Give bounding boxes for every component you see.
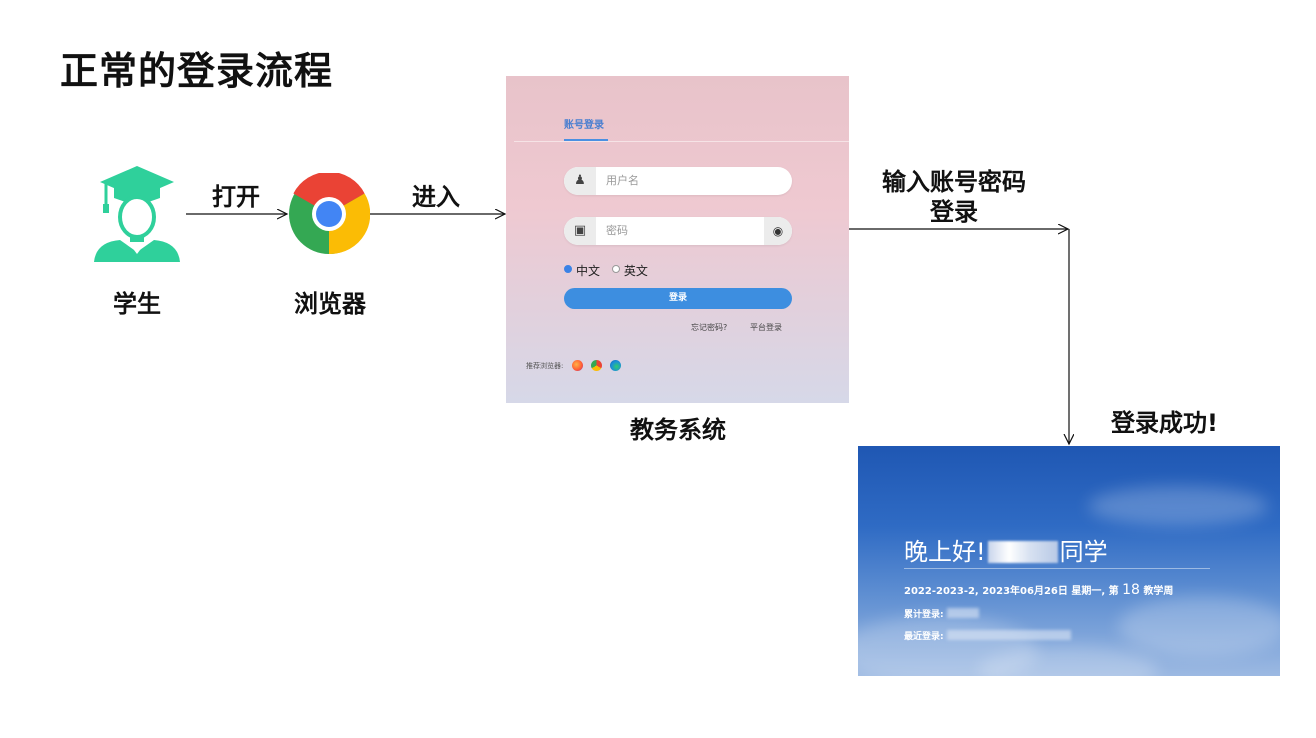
tab-underline xyxy=(564,139,608,141)
edge-label-input-line1: 输入账号密码 xyxy=(882,168,1026,196)
total-logins-label: 累计登录: xyxy=(904,610,944,620)
redacted-last-login xyxy=(946,630,1071,640)
last-login: 最近登录: xyxy=(904,629,1071,642)
edge-label-input-line2: 登录 xyxy=(930,198,978,226)
tab-separator xyxy=(514,141,849,142)
student-icon xyxy=(90,162,184,270)
edge-label-enter: 进入 xyxy=(412,183,460,211)
greeting-suffix: 同学 xyxy=(1059,538,1108,566)
password-placeholder: 密码 xyxy=(606,224,628,237)
edge-label-input: 输入账号密码 登录 xyxy=(876,167,1032,227)
user-icon: ♟ xyxy=(564,167,596,195)
greeting-divider xyxy=(904,568,1210,569)
browser-label: 浏览器 xyxy=(294,290,366,318)
platform-login-link[interactable]: 平台登录 xyxy=(750,322,782,333)
success-screenshot: 晚上好! 同学 2022-2023-2, 2023年06月26日 星期一, 第 1… xyxy=(858,446,1280,676)
student-label: 学生 xyxy=(113,290,161,318)
edge-icon[interactable] xyxy=(610,360,622,371)
forgot-password-link[interactable]: 忘记密码? xyxy=(691,322,727,333)
recommended-browsers: 推荐浏览器: xyxy=(526,360,622,371)
language-options: 中文 英文 xyxy=(564,262,648,279)
chrome-small-icon[interactable] xyxy=(590,360,602,371)
edge-label-open: 打开 xyxy=(212,183,260,211)
date-suffix: 教学周 xyxy=(1143,586,1174,597)
system-label: 教务系统 xyxy=(630,416,726,444)
edge-label-success: 登录成功! xyxy=(1111,409,1218,437)
greeting: 晚上好! 同学 xyxy=(904,532,1108,567)
week-number: 18 xyxy=(1122,582,1140,598)
redacted-name xyxy=(987,541,1058,563)
total-logins: 累计登录: xyxy=(904,607,979,620)
login-button[interactable]: 登录 xyxy=(564,288,792,309)
last-login-label: 最近登录: xyxy=(904,632,944,642)
password-field[interactable]: ▣ 密码 ◉ xyxy=(564,217,792,245)
lock-icon: ▣ xyxy=(564,217,596,245)
username-placeholder: 用户名 xyxy=(606,174,639,187)
firefox-icon[interactable] xyxy=(571,360,583,371)
date-info: 2022-2023-2, 2023年06月26日 星期一, 第 18 教学周 xyxy=(904,582,1173,598)
recommended-browsers-label: 推荐浏览器: xyxy=(526,362,564,370)
radio-english[interactable]: 英文 xyxy=(611,264,648,278)
date-prefix: 2022-2023-2, 2023年06月26日 星期一, 第 xyxy=(904,586,1119,597)
chrome-icon xyxy=(288,171,371,259)
login-screenshot: 账号登录 ♟ 用户名 ▣ 密码 ◉ 中文 英文 登录 忘记密码? 平台登录 推荐… xyxy=(506,76,849,403)
eye-off-icon[interactable]: ◉ xyxy=(764,217,792,245)
username-field[interactable]: ♟ 用户名 xyxy=(564,167,792,195)
greeting-prefix: 晚上好! xyxy=(904,538,986,566)
tab-account-login[interactable]: 账号登录 xyxy=(564,116,604,131)
radio-chinese[interactable]: 中文 xyxy=(564,264,600,278)
redacted-total xyxy=(946,608,979,618)
